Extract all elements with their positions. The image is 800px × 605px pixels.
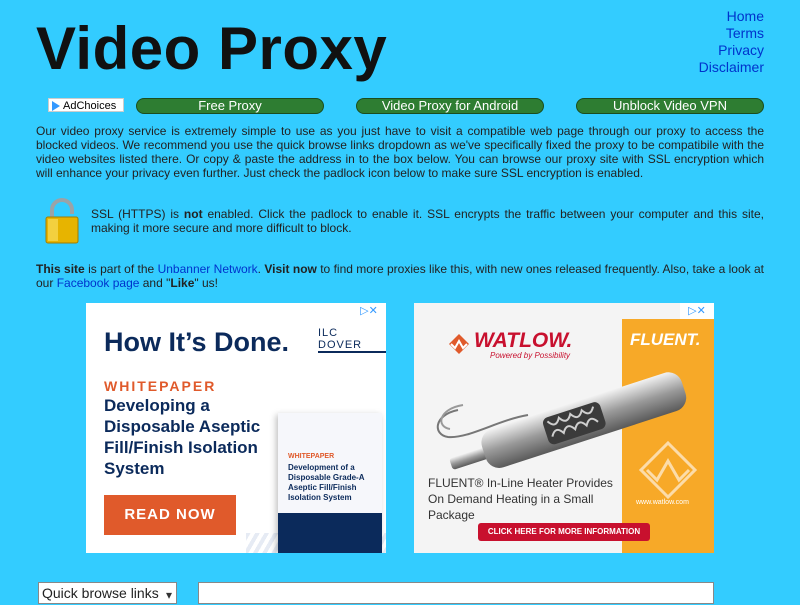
us-text: " us! (194, 276, 218, 290)
chevron-down-icon: ▾ (165, 588, 172, 602)
ad-logo: ILC DOVER (318, 327, 386, 353)
nav-terms[interactable]: Terms (699, 25, 764, 42)
top-nav: Home Terms Privacy Disclaimer (699, 8, 764, 76)
ad-ilc-dover[interactable]: ▷✕ How It’s Done. ILC DOVER WHITEPAPER D… (86, 303, 386, 553)
ad-book-image: WHITEPAPER Development of a Disposable G… (278, 413, 382, 553)
ad-product: FLUENT. (630, 330, 701, 349)
quick-browse-value: Quick browse links (42, 585, 159, 601)
ad-url: www.watlow.com (636, 499, 689, 506)
adchoices-icon (52, 101, 60, 111)
ssl-section: SSL (HTTPS) is not enabled. Click the pa… (36, 198, 764, 246)
ssl-pre: SSL (HTTPS) is (91, 207, 184, 221)
ad-read-now-button[interactable]: READ NOW (104, 495, 236, 535)
ad-watlow[interactable]: ▷✕ WATLOW. Powered by Possibility FLUENT… (414, 303, 714, 553)
ad-brand: WATLOW. (474, 329, 573, 352)
description: Our video proxy service is extremely sim… (36, 124, 764, 180)
part-of-text: is part of the (84, 262, 158, 276)
book-title: Development of a Disposable Grade-A Asep… (288, 463, 365, 502)
nav-privacy[interactable]: Privacy (699, 42, 764, 59)
quick-browse-select[interactable]: Quick browse links ▾ (38, 582, 177, 604)
ad-tag: WHITEPAPER (104, 378, 217, 394)
ad-caption: FLUENT® In-Line Heater Provides On Deman… (428, 476, 613, 522)
url-input[interactable] (198, 582, 714, 604)
watlow-watermark-icon (639, 441, 697, 499)
ad-headline: How It’s Done. (104, 327, 290, 357)
padlock-icon[interactable] (44, 198, 80, 244)
vpn-button[interactable]: Unblock Video VPN (576, 98, 764, 114)
nav-disclaimer[interactable]: Disclaimer (699, 59, 764, 76)
adchoices-badge[interactable]: AdChoices (48, 98, 124, 112)
and-text: and " (139, 276, 171, 290)
ssl-text: SSL (HTTPS) is not enabled. Click the pa… (91, 207, 764, 235)
ad-close-icon[interactable]: ▷✕ (352, 303, 386, 319)
watlow-logo-icon (449, 334, 469, 354)
this-site-label: This site (36, 262, 85, 276)
button-row: AdChoices Free Proxy Video Proxy for And… (36, 98, 764, 114)
ad-close-icon[interactable]: ▷✕ (680, 303, 714, 319)
facebook-link[interactable]: Facebook page (57, 276, 140, 290)
ad-body: Developing a Disposable Aseptic Fill/Fin… (104, 396, 261, 478)
unbanner-network-link[interactable]: Unbanner Network (158, 262, 258, 276)
ad-brand-sub: Powered by Possibility (490, 351, 571, 360)
ssl-not: not (183, 207, 203, 221)
unbanner-text: This site is part of the Unbanner Networ… (36, 262, 764, 290)
nav-home[interactable]: Home (699, 8, 764, 25)
visit-now-label: Visit now (264, 262, 317, 276)
free-proxy-button[interactable]: Free Proxy (136, 98, 324, 114)
book-band (278, 513, 382, 553)
ad-more-info-button[interactable]: CLICK HERE FOR MORE INFORMATION (478, 523, 650, 541)
book-tag: WHITEPAPER (288, 453, 335, 460)
android-button[interactable]: Video Proxy for Android (356, 98, 544, 114)
site-title: Video Proxy (36, 15, 388, 82)
like-label: Like (170, 276, 195, 290)
adchoices-label: AdChoices (63, 100, 117, 112)
